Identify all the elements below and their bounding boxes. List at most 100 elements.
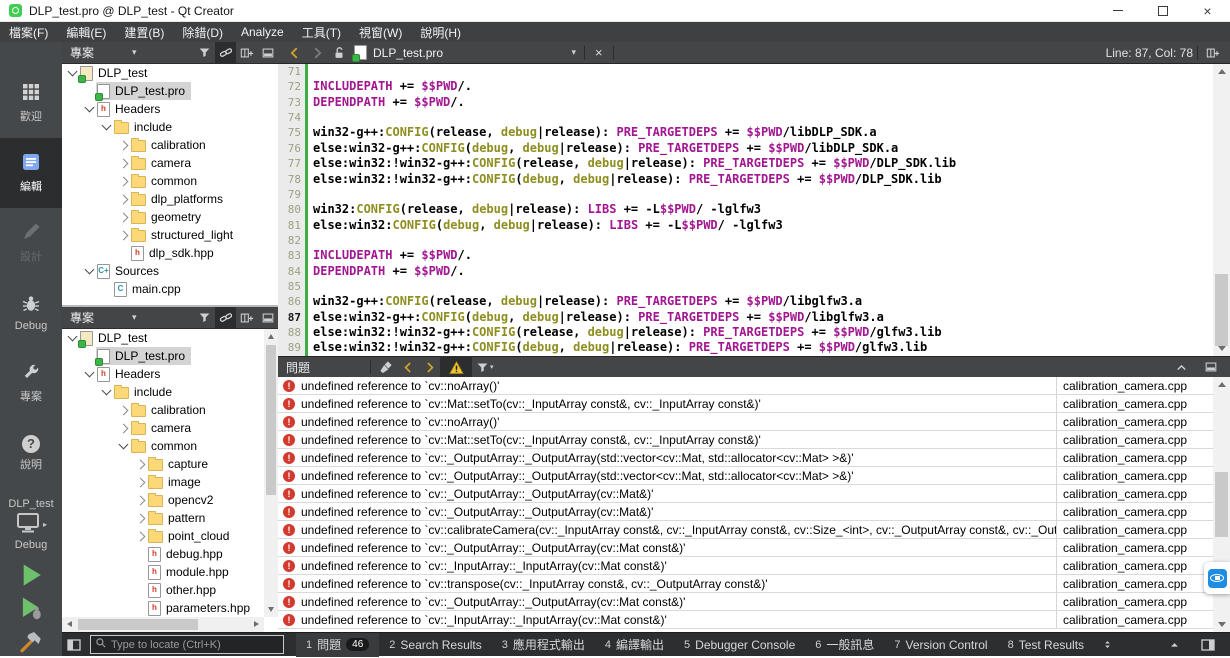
output-tab-編譯輸出[interactable]: 4 編譯輸出	[595, 633, 674, 657]
tree-item[interactable]: pattern	[62, 509, 264, 527]
issue-row[interactable]: ! undefined reference to `cv::transpose(c…	[278, 575, 1213, 593]
filter-icon[interactable]	[194, 307, 215, 328]
issue-row[interactable]: ! undefined reference to `cv::noArray()' c…	[278, 377, 1213, 395]
tree-vertical-scrollbar[interactable]	[264, 329, 278, 617]
tree-item[interactable]: h other.hpp	[62, 581, 264, 599]
output-tab-Debugger Console[interactable]: 5 Debugger Console	[674, 633, 805, 657]
tree-item[interactable]: include	[62, 383, 264, 401]
lock-icon[interactable]	[328, 42, 350, 64]
output-tab-Test Results[interactable]: 8 Test Results	[998, 633, 1094, 657]
split-icon[interactable]	[236, 307, 257, 328]
expand-arrow-icon[interactable]	[133, 513, 147, 523]
forward-button[interactable]	[306, 42, 328, 64]
menu-item[interactable]: 檔案(F)	[0, 22, 57, 42]
expand-arrow-icon[interactable]	[133, 495, 147, 505]
issue-row[interactable]: ! undefined reference to `cv::_OutputArra…	[278, 449, 1213, 467]
tree-item[interactable]: DLP_test	[62, 329, 264, 348]
next-issue-button[interactable]	[419, 356, 440, 378]
toggle-right-sidebar-icon[interactable]	[1196, 634, 1220, 656]
run-button[interactable]	[14, 563, 48, 591]
menu-item[interactable]: 視窗(W)	[350, 22, 411, 42]
hide-panel-icon[interactable]	[257, 42, 278, 63]
editor-vertical-scrollbar[interactable]	[1213, 64, 1230, 356]
tree-item[interactable]: point_cloud	[62, 527, 264, 545]
tree-item[interactable]: h module.hpp	[62, 563, 264, 581]
expand-arrow-icon[interactable]	[116, 140, 130, 150]
expand-arrow-icon[interactable]	[133, 459, 147, 469]
mode-item-Debug[interactable]: Debug	[0, 278, 62, 348]
issue-row[interactable]: ! undefined reference to `cv::_OutputArra…	[278, 485, 1213, 503]
tree-item[interactable]: geometry	[62, 208, 278, 226]
tree-item[interactable]: h parameters.hpp	[62, 599, 264, 617]
show-warnings-toggle[interactable]	[440, 356, 473, 378]
tree-item[interactable]: Cmain.cpp	[62, 280, 278, 298]
close-button[interactable]: ×	[1185, 0, 1230, 22]
expand-arrow-icon[interactable]	[133, 531, 147, 541]
link-editor-icon[interactable]	[215, 42, 236, 63]
filter-icon[interactable]: ▾	[472, 356, 498, 378]
expand-arrow-icon[interactable]	[116, 423, 130, 433]
mode-item-說明[interactable]: ? 說明	[0, 418, 62, 488]
issue-row[interactable]: ! undefined reference to `cv::calibrateCa…	[278, 521, 1213, 539]
menu-item[interactable]: 工具(T)	[293, 22, 350, 42]
build-button[interactable]	[14, 629, 48, 657]
pane-updown-icon[interactable]	[1098, 634, 1117, 656]
restore-button[interactable]	[1140, 0, 1185, 22]
tree-item[interactable]: h Headers	[62, 100, 278, 118]
menu-item[interactable]: 說明(H)	[411, 22, 470, 42]
tree-item[interactable]: camera	[62, 154, 278, 172]
issue-row[interactable]: ! undefined reference to `cv::_OutputArra…	[278, 503, 1213, 521]
debug-run-button[interactable]	[14, 596, 48, 624]
collapse-arrow-icon[interactable]	[82, 264, 96, 275]
tree-item[interactable]: calibration	[62, 401, 264, 419]
output-tab-一般訊息[interactable]: 6 一般訊息	[805, 633, 884, 657]
collapse-arrow-icon[interactable]	[99, 385, 113, 396]
expand-panel-button[interactable]	[1171, 356, 1192, 378]
expand-arrow-icon[interactable]	[116, 405, 130, 415]
back-button[interactable]	[284, 42, 306, 64]
split-editor-icon[interactable]	[1202, 42, 1224, 64]
output-tab-問題[interactable]: 1 問題 46	[296, 632, 380, 657]
tree-item[interactable]: opencv2	[62, 491, 264, 509]
tree-horizontal-scrollbar[interactable]	[62, 617, 264, 632]
tree-item[interactable]: DLP_test.pro	[62, 82, 278, 101]
expand-arrow-icon[interactable]	[116, 212, 130, 222]
locator-input[interactable]: Type to locate (Ctrl+K)	[90, 635, 284, 654]
dropdown-arrow-icon[interactable]: ▾	[132, 312, 137, 323]
collapse-arrow-icon[interactable]	[116, 439, 130, 450]
menu-item[interactable]: 建置(B)	[115, 22, 173, 42]
tree-item[interactable]: h dlp_sdk.hpp	[62, 244, 278, 262]
toggle-sidebar-icon[interactable]	[62, 633, 86, 657]
collapse-arrow-icon[interactable]	[99, 120, 113, 131]
expand-arrow-icon[interactable]	[133, 477, 147, 487]
output-tab-Version Control[interactable]: 7 Version Control	[884, 633, 997, 657]
tree-item[interactable]: C+ Sources	[62, 262, 278, 280]
open-document-selector[interactable]: DLP_test.pro ▾	[350, 42, 580, 64]
issue-row[interactable]: ! undefined reference to `cv::_OutputArra…	[278, 593, 1213, 611]
collapse-arrow-icon[interactable]	[65, 331, 79, 342]
minimize-button[interactable]	[1095, 0, 1140, 22]
code-area[interactable]: 71 72 INCLUDEPATH += $$PWD/. 73 DEPENDPATH +…	[278, 64, 1213, 356]
output-tab-應用程式輸出[interactable]: 3 應用程式輸出	[492, 633, 595, 657]
expand-arrow-icon[interactable]	[116, 194, 130, 204]
issue-row[interactable]: ! undefined reference to `cv::_OutputArra…	[278, 539, 1213, 557]
expand-arrow-icon[interactable]	[116, 176, 130, 186]
tree-item[interactable]: common	[62, 172, 278, 190]
hide-panel-icon[interactable]	[1200, 356, 1222, 378]
mode-item-設計[interactable]: 設計	[0, 208, 62, 278]
filter-icon[interactable]	[194, 42, 215, 63]
hide-panel-icon[interactable]	[257, 307, 278, 328]
tree-item[interactable]: include	[62, 118, 278, 136]
link-editor-icon[interactable]	[215, 307, 236, 328]
collapse-arrow-icon[interactable]	[82, 102, 96, 113]
mode-item-歡迎[interactable]: 歡迎	[0, 68, 62, 138]
maximize-output-pane-icon[interactable]	[1165, 634, 1184, 656]
expand-arrow-icon[interactable]	[116, 230, 130, 240]
clean-icon[interactable]	[375, 356, 398, 378]
mode-item-編輯[interactable]: 編輯	[0, 138, 62, 208]
menu-item[interactable]: 編輯(E)	[57, 22, 115, 42]
tree-item[interactable]: image	[62, 473, 264, 491]
issue-row[interactable]: ! undefined reference to `cv::_OutputArra…	[278, 467, 1213, 485]
split-icon[interactable]	[236, 42, 257, 63]
tree-item[interactable]: dlp_platforms	[62, 190, 278, 208]
